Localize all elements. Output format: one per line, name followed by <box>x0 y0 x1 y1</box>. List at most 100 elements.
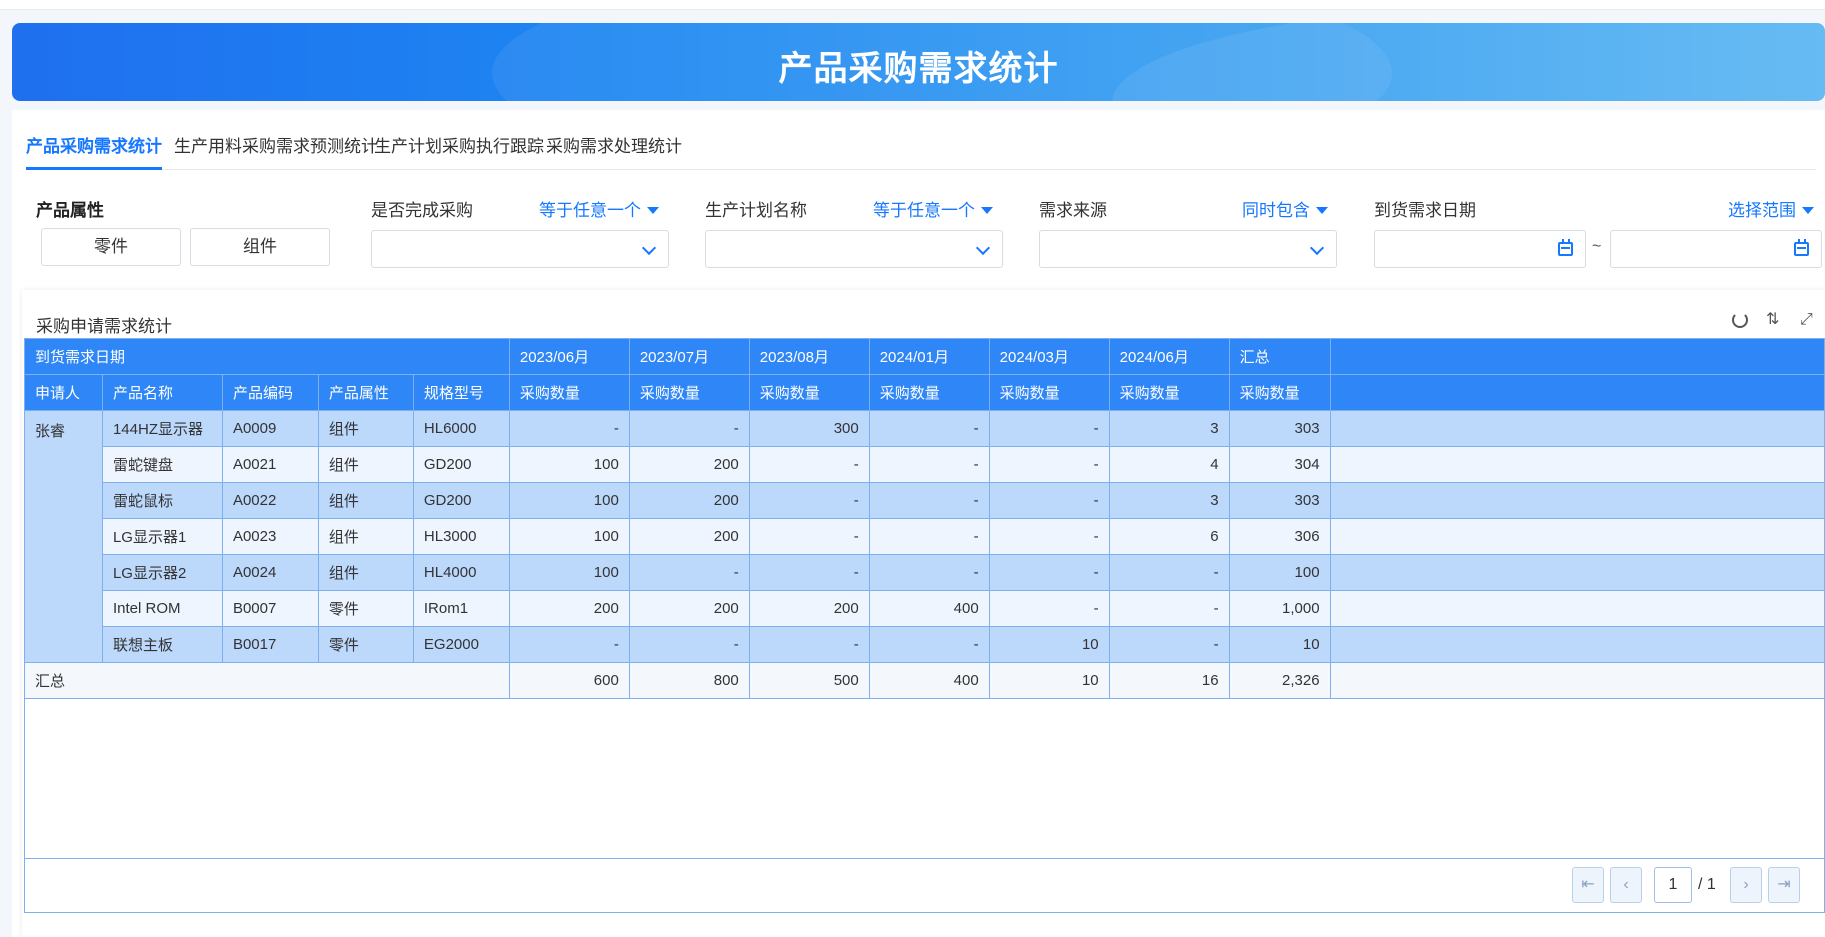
quantity-cell: - <box>868 482 990 519</box>
spec-cell: EG2000 <box>412 626 510 663</box>
total-label: 汇总 <box>24 662 510 699</box>
pager-divider <box>24 858 1825 859</box>
quantity-cell: - <box>988 482 1110 519</box>
tab-plan-tracking[interactable]: 生产计划采购执行跟踪 <box>374 132 544 157</box>
source-label: 需求来源 <box>1039 201 1107 220</box>
page-number-input[interactable]: 1 <box>1654 867 1692 903</box>
arrival-date-start[interactable] <box>1374 230 1586 268</box>
first-page-button[interactable]: ⇤ <box>1572 867 1604 903</box>
product-code-cell: A0023 <box>221 518 319 555</box>
spec-cell: HL4000 <box>412 554 510 591</box>
calendar-icon <box>1794 239 1809 256</box>
source-select[interactable] <box>1039 230 1337 268</box>
quantity-cell: - <box>628 626 750 663</box>
quantity-cell: 3 <box>1108 482 1230 519</box>
page-banner: 产品采购需求统计 <box>12 23 1825 101</box>
next-page-button[interactable]: › <box>1730 867 1762 903</box>
purchase-done-select[interactable] <box>371 230 669 268</box>
quantity-cell: 6 <box>1108 518 1230 555</box>
product-code-cell: A0024 <box>221 554 319 591</box>
row-filler <box>1329 482 1825 519</box>
product-code-cell: B0017 <box>221 626 319 663</box>
row-filler <box>1329 590 1825 627</box>
quantity-cell: 303 <box>1228 410 1331 447</box>
header-period: 2024/01月 <box>868 338 990 375</box>
quantity-cell: 200 <box>748 590 870 627</box>
header-col: 产品名称 <box>101 374 223 411</box>
product-attr-cell: 组件 <box>317 410 414 447</box>
header-measure: 采购数量 <box>988 374 1110 411</box>
date-range-separator: ~ <box>1592 238 1602 255</box>
header-measure: 采购数量 <box>1108 374 1230 411</box>
header-col: 规格型号 <box>412 374 510 411</box>
quantity-cell: 400 <box>868 590 990 627</box>
quantity-cell: - <box>988 518 1110 555</box>
quantity-cell: - <box>1108 554 1230 591</box>
plan-name-select[interactable] <box>705 230 1003 268</box>
header-filler <box>1329 374 1825 411</box>
spec-cell: GD200 <box>412 446 510 483</box>
header-col: 产品属性 <box>317 374 414 411</box>
attr-option-part[interactable]: 零件 <box>41 228 181 266</box>
chevron-down-icon <box>1309 240 1325 256</box>
arrival-date-end[interactable] <box>1610 230 1822 268</box>
header-measure: 采购数量 <box>868 374 990 411</box>
quantity-cell: 200 <box>628 446 750 483</box>
quantity-cell: - <box>748 554 870 591</box>
table-row: 雷蛇鼠标 A0022 组件 GD200 100 200- - -3 303 <box>25 482 1825 519</box>
row-filler <box>1329 446 1825 483</box>
total-cell: 600 <box>508 662 630 699</box>
attr-option-component[interactable]: 组件 <box>190 228 330 266</box>
tab-demand-processing[interactable]: 采购需求处理统计 <box>546 132 682 157</box>
tab-material-forecast[interactable]: 生产用料采购需求预测统计 <box>174 132 378 157</box>
refresh-icon[interactable] <box>1732 312 1748 328</box>
quantity-cell: - <box>868 554 990 591</box>
quantity-cell: - <box>988 554 1110 591</box>
quantity-cell: - <box>988 446 1110 483</box>
plan-name-label: 生产计划名称 <box>705 201 807 220</box>
plan-name-operator[interactable]: 等于任意一个 <box>873 196 993 221</box>
table-row: 张睿 144HZ显示器 A0009 组件 HL6000- -300- -3 303 <box>24 410 1825 663</box>
caret-down-icon <box>1802 207 1814 214</box>
table-row: Intel ROM B0007 零件 IRom1 200 200 200 400- -1,000 <box>25 590 1825 627</box>
product-code-cell: B0007 <box>221 590 319 627</box>
product-name-cell: 雷蛇键盘 <box>101 446 223 483</box>
header-period: 2023/06月 <box>508 338 630 375</box>
prev-page-button[interactable]: ‹ <box>1610 867 1642 903</box>
product-name-cell: 联想主板 <box>101 626 223 663</box>
product-attr-cell: 零件 <box>317 626 414 663</box>
quantity-cell: 303 <box>1228 482 1331 519</box>
quantity-cell: - <box>988 410 1110 447</box>
product-attr-cell: 组件 <box>317 482 414 519</box>
header-period: 2024/06月 <box>1108 338 1230 375</box>
quantity-cell: - <box>868 410 990 447</box>
header-row-columns: 申请人 产品名称 产品编码 产品属性 规格型号 采购数量 采购数量 采购数量 采… <box>24 374 1825 411</box>
header-measure: 采购数量 <box>508 374 630 411</box>
quantity-cell: - <box>748 626 870 663</box>
quantity-cell: 200 <box>628 482 750 519</box>
spec-cell: IRom1 <box>412 590 510 627</box>
quantity-cell: 100 <box>1228 554 1331 591</box>
header-measure: 采购数量 <box>1228 374 1331 411</box>
product-code-cell: A0022 <box>221 482 319 519</box>
row-filler <box>1329 410 1825 447</box>
sort-icon[interactable]: ⇅ <box>1766 310 1786 330</box>
fullscreen-icon[interactable]: ⤢ <box>1800 310 1820 330</box>
row-filler <box>1329 662 1825 699</box>
calendar-icon <box>1558 239 1573 256</box>
tab-product-purchase-stats[interactable]: 产品采购需求统计 <box>26 132 162 157</box>
product-name-cell: Intel ROM <box>101 590 223 627</box>
header-period: 2023/08月 <box>748 338 870 375</box>
source-operator[interactable]: 同时包含 <box>1242 196 1328 221</box>
quantity-cell: 3 <box>1108 410 1230 447</box>
purchase-done-operator[interactable]: 等于任意一个 <box>539 196 659 221</box>
quantity-cell: 10 <box>1228 626 1331 663</box>
product-attr-cell: 组件 <box>317 518 414 555</box>
product-name-cell: LG显示器2 <box>101 554 223 591</box>
product-name-cell: 144HZ显示器 <box>101 410 223 447</box>
last-page-button[interactable]: ⇥ <box>1768 867 1800 903</box>
quantity-cell: 300 <box>748 410 870 447</box>
quantity-cell: 200 <box>628 590 750 627</box>
arrival-date-operator[interactable]: 选择范围 <box>1728 196 1814 221</box>
quantity-cell: - <box>508 410 630 447</box>
